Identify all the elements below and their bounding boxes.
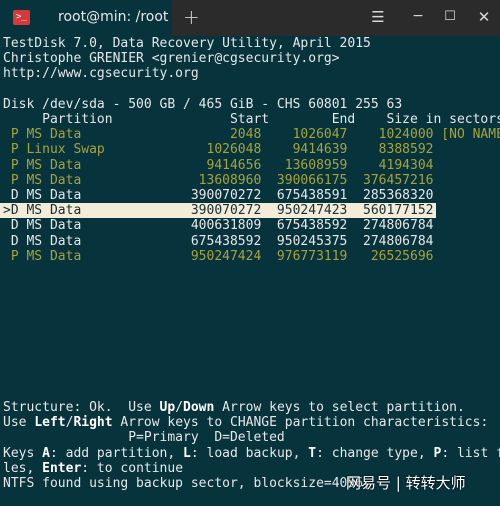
footer-text: / xyxy=(175,400,184,415)
key-right: Right xyxy=(73,415,113,431)
type-legend: P=Primary D=Deleted xyxy=(3,430,285,446)
partition-row[interactable]: P MS Data 950247424 976773119 26525696 xyxy=(3,249,434,264)
footer-text: les, xyxy=(3,460,43,476)
terminal-output[interactable]: TestDisk 7.0, Data Recovery Utility, Apr… xyxy=(0,36,500,506)
header-author: Christophe GRENIER <grenier@cgsecurity.o… xyxy=(3,51,340,67)
partition-row[interactable]: D MS Data 675438592 950245375 274806784 xyxy=(3,234,434,249)
partition-row[interactable]: P MS Data 2048 1026047 1024000 [NO NAME] xyxy=(3,127,500,142)
partition-row[interactable]: P MS Data 9414656 13608959 4194304 xyxy=(3,158,434,173)
minimize-button[interactable]: − xyxy=(408,8,428,24)
key-down: Down xyxy=(183,400,215,415)
terminal-icon: >_ xyxy=(13,10,30,25)
maximize-button[interactable]: ☐ xyxy=(440,9,460,24)
footer-text: : change type, xyxy=(316,445,434,461)
title-bar: >_ root@min: /root + ☰ − ☐ ✕ xyxy=(0,0,500,36)
close-button[interactable]: ✕ xyxy=(474,8,494,26)
keys-hint-continued: les, Enter: to continue xyxy=(3,461,183,476)
header-title: TestDisk 7.0, Data Recovery Utility, Apr… xyxy=(3,36,371,51)
disk-info: Disk /dev/sda - 500 GB / 465 GiB - CHS 6… xyxy=(3,96,403,112)
new-tab-button[interactable]: + xyxy=(183,5,200,29)
key-left: Left xyxy=(34,415,66,431)
footer-text: Keys xyxy=(3,445,43,461)
structure-status: Structure: Ok. Use Up/Down Arrow keys to… xyxy=(3,400,465,415)
footer-text: Use xyxy=(3,415,35,431)
footer-text: : to continue xyxy=(81,460,184,476)
key-a: A xyxy=(42,445,50,461)
partition-row-selected[interactable]: >D MS Data 390070272 950247423 560177152 xyxy=(0,203,436,219)
terminal-tab[interactable]: >_ root@min: /root xyxy=(0,0,172,36)
footer-text: : load backup, xyxy=(190,445,309,461)
watermark: 网易号 | 转转大师 xyxy=(346,474,466,492)
partition-row[interactable]: D MS Data 400631809 675438592 274806784 xyxy=(3,218,434,233)
partition-row[interactable]: D MS Data 390070272 675438591 285368320 xyxy=(3,188,434,203)
footer-text: Arrow keys to CHANGE partition character… xyxy=(112,415,489,431)
change-hint: Use Left/Right Arrow keys to CHANGE part… xyxy=(3,415,488,430)
footer-text: : add partition, xyxy=(49,445,184,461)
header-url: http://www.cgsecurity.org xyxy=(3,66,199,82)
footer-text: Structure: Ok. Use xyxy=(3,400,160,415)
key-enter: Enter xyxy=(42,460,82,476)
footer-text: Arrow keys to select partition. xyxy=(214,400,465,415)
ntfs-status: NTFS found using backup sector, blocksiz… xyxy=(3,476,379,491)
key-t: T xyxy=(308,445,317,461)
key-up: Up xyxy=(159,400,176,415)
partition-row[interactable]: P MS Data 13608960 390066175 376457216 xyxy=(3,173,434,188)
tab-title: root@min: /root xyxy=(58,9,169,25)
partition-row[interactable]: P Linux Swap 1026048 9414639 8388592 xyxy=(3,142,434,157)
hamburger-menu-icon[interactable]: ☰ xyxy=(368,8,388,26)
keys-hint: Keys A: add partition, L: load backup, T… xyxy=(3,446,500,461)
footer-text: : list fi xyxy=(441,445,500,461)
partition-table-header: Partition Start End Size in sectors xyxy=(3,112,500,127)
terminal-window: >_ root@min: /root + ☰ − ☐ ✕ TestDisk 7.… xyxy=(0,0,500,506)
key-l: L xyxy=(183,445,191,461)
